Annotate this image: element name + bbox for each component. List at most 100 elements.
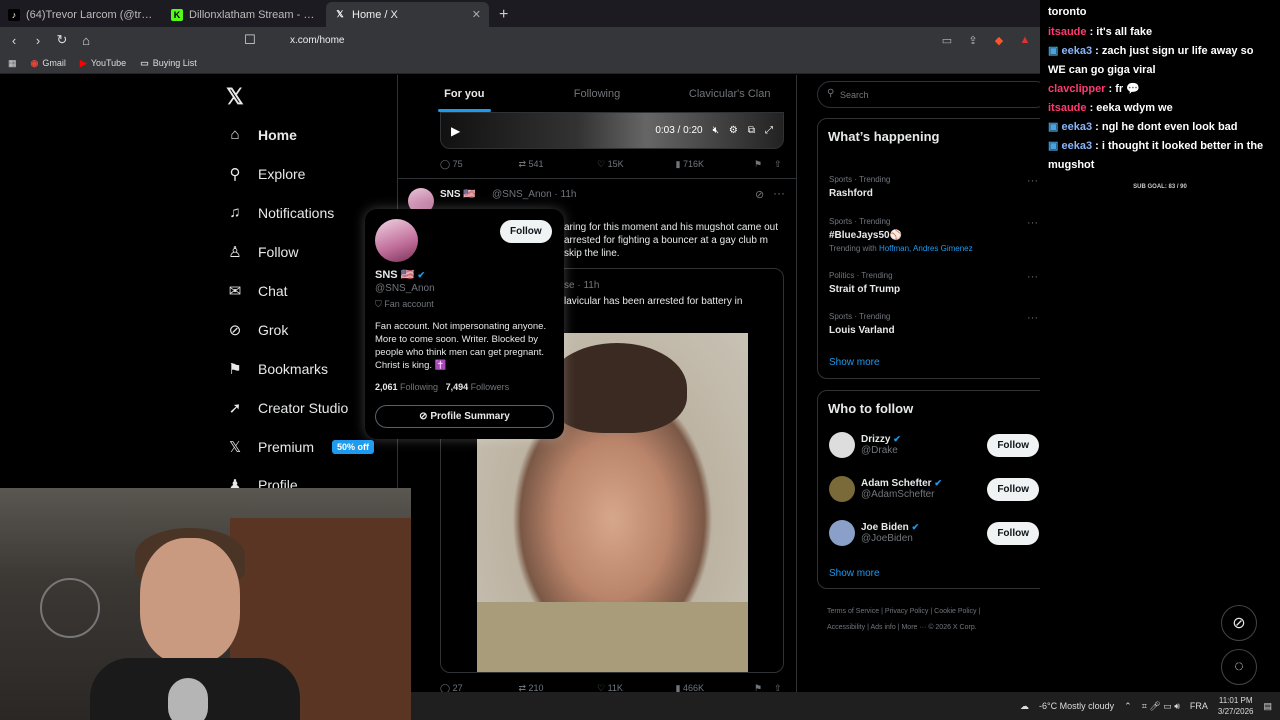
x-logo-icon[interactable]: 𝕏 [226, 84, 244, 110]
post-author-name[interactable]: SNS 🇺🇸 [440, 189, 476, 200]
follow-button[interactable]: Follow [987, 477, 1039, 501]
search-icon: ⚲ [229, 166, 241, 183]
close-tab-icon[interactable]: ✕ [472, 8, 481, 21]
share-icon[interactable]: ⇪ [964, 34, 982, 47]
show-more-link[interactable]: Show more [829, 568, 880, 579]
footer-link[interactable]: Cookie Policy [934, 608, 976, 615]
nav-creator-studio[interactable]: ➚ Creator Studio [226, 399, 349, 417]
follow-button[interactable]: Follow [987, 521, 1039, 545]
post-divider [398, 178, 796, 179]
tab-title: (64)Trevor Larcom (@trevorlarcom) | [26, 8, 155, 21]
follow-button[interactable]: Follow [500, 220, 552, 243]
post-author-handle[interactable]: @SNS_Anon · 11h [492, 189, 576, 200]
avatar[interactable] [829, 476, 855, 502]
tab-clavicular-clan[interactable]: Clavicular's Clan [663, 78, 796, 112]
profile-summary-button[interactable]: ⊘ Profile Summary [375, 405, 554, 428]
shield-icon: ⛉ [375, 299, 382, 309]
clock[interactable]: 11:01 PM 3/27/2026 [1218, 695, 1254, 717]
bookmark-buying-list[interactable]: ▭ Buying List [140, 58, 197, 69]
footer-link[interactable]: Privacy Policy [885, 608, 929, 615]
settings-gear-icon[interactable]: ⚙ [729, 125, 738, 136]
follow-stats[interactable]: 2,061 Following 7,494 Followers [375, 382, 509, 392]
footer-link[interactable]: More ··· [901, 624, 926, 631]
grok-icon[interactable]: ⊘ [755, 188, 764, 201]
more-icon[interactable]: ··· [773, 186, 785, 200]
follow-button[interactable]: Follow [987, 433, 1039, 457]
nav-notifications[interactable]: ♫ Notifications [226, 204, 334, 221]
more-icon[interactable]: ··· [1027, 217, 1038, 229]
trend-item[interactable]: Sports · Trending #BlueJays50⚾ Trending wi… [829, 217, 973, 253]
repost-button[interactable]: ⇄ 541 [519, 159, 598, 170]
nav-follow[interactable]: ♙ Follow [226, 243, 298, 261]
language-indicator[interactable]: FRA [1190, 701, 1208, 711]
verified-icon: ✔ [934, 478, 942, 488]
tab-for-you[interactable]: For you [398, 78, 531, 112]
popout-icon[interactable]: ⧉ [748, 125, 755, 136]
avatar[interactable] [829, 432, 855, 458]
nav-home[interactable]: ⌂ Home [226, 126, 296, 143]
search-icon: ⚲ [827, 88, 835, 99]
rocket-icon: ➚ [228, 400, 242, 417]
browser-tab-kick[interactable]: K Dillonxlatham Stream - Watch Live o [163, 2, 326, 27]
more-icon[interactable]: ··· [1027, 175, 1038, 187]
reply-button[interactable]: ◯ 75 [440, 159, 519, 170]
nav-explore[interactable]: ⚲ Explore [226, 165, 306, 183]
views-count[interactable]: ▮ 716K [676, 159, 755, 170]
back-icon[interactable]: ‹ [6, 33, 22, 48]
avatar[interactable] [829, 520, 855, 546]
tab-following[interactable]: Following [531, 78, 664, 112]
profile-name[interactable]: SNS 🇺🇸 ✔ [375, 268, 425, 281]
new-tab-button[interactable]: + [489, 2, 518, 27]
chevron-up-icon[interactable]: ⌃ [1124, 701, 1132, 712]
forward-icon[interactable]: › [30, 33, 46, 48]
bookmark-icon[interactable]: ☐ [242, 32, 258, 48]
fullscreen-icon[interactable]: ⤢ [765, 125, 773, 136]
footer-link[interactable]: Accessibility [827, 624, 865, 631]
tray-icons[interactable]: ⌗ 🎤︎ ▭ 🔊︎ [1142, 701, 1180, 712]
nav-chat[interactable]: ✉ Chat [226, 282, 288, 300]
trend-item[interactable]: Politics · Trending Strait of Trump [829, 271, 900, 295]
brave-shield-icon[interactable]: ◆ [990, 34, 1008, 47]
browser-tab-x[interactable]: 𝕏 Home / X ✕ [326, 2, 489, 27]
avatar[interactable] [375, 219, 418, 262]
chat-message: itsaude : eeka wdym we [1048, 102, 1173, 114]
chat-message: itsaude : it's all fake [1048, 26, 1153, 38]
trend-item[interactable]: Sports · Trending Rashford [829, 175, 890, 199]
play-icon[interactable]: ▶ [451, 124, 460, 138]
mute-icon[interactable]: 🔇︎ [713, 125, 719, 136]
browser-tab-tiktok[interactable]: ♪ (64)Trevor Larcom (@trevorlarcom) | [0, 2, 163, 27]
like-button[interactable]: ♡ 15K [597, 159, 676, 170]
profile-handle[interactable]: @SNS_Anon [375, 283, 435, 294]
home-icon[interactable]: ⌂ [78, 33, 94, 48]
trend-item[interactable]: Sports · Trending Louis Varland [829, 312, 895, 336]
search-input[interactable]: ⚲ Search [817, 81, 1049, 108]
nav-premium[interactable]: 𝕏 Premium 50% off [226, 438, 375, 456]
bookmark-youtube[interactable]: ▶ YouTube [80, 58, 126, 69]
apps-icon[interactable]: ▦ [8, 58, 17, 69]
bookmark-gmail[interactable]: ◉ Gmail [31, 58, 66, 69]
weather-text[interactable]: -6°C Mostly cloudy [1039, 701, 1114, 711]
show-more-link[interactable]: Show more [829, 357, 880, 368]
reload-icon[interactable]: ↻ [54, 32, 70, 48]
quoted-text: lavicular has been arrested for battery … [564, 296, 743, 307]
footer-link[interactable]: Terms of Service [827, 608, 879, 615]
image-hair [547, 343, 687, 433]
nav-bookmarks[interactable]: ⚑ Bookmarks [226, 360, 328, 378]
follow-suggestion[interactable]: Adam Schefter ✔ @AdamSchefter Follow [829, 476, 1039, 502]
follow-suggestion[interactable]: Joe Biden ✔ @JoeBiden Follow [829, 520, 1039, 546]
url-field[interactable]: x.com/home [290, 35, 930, 46]
bookmark-icon[interactable]: ⚑ [754, 159, 774, 170]
nav-grok[interactable]: ⊘ Grok [226, 321, 289, 339]
more-icon[interactable]: ··· [1027, 271, 1038, 283]
follow-suggestion[interactable]: Drizzy ✔ @Drake Follow [829, 432, 1039, 458]
more-icon[interactable]: ··· [1027, 312, 1038, 324]
rewards-icon[interactable]: ▲ [1016, 34, 1034, 46]
notification-icon[interactable]: ▤ [1263, 701, 1272, 712]
share-icon[interactable]: ⇧ [774, 159, 784, 170]
cast-icon[interactable]: ▭ [938, 34, 956, 47]
footer-link[interactable]: Ads info [870, 624, 895, 631]
grok-fab-icon[interactable]: ⊘ [1221, 605, 1257, 641]
video-player[interactable]: ▶ 0:03 / 0:20 🔇︎ ⚙ ⧉ ⤢ [440, 112, 784, 149]
weather-icon[interactable]: ☁ [1020, 701, 1029, 712]
chat-fab-icon[interactable]: ◌ [1221, 649, 1257, 685]
